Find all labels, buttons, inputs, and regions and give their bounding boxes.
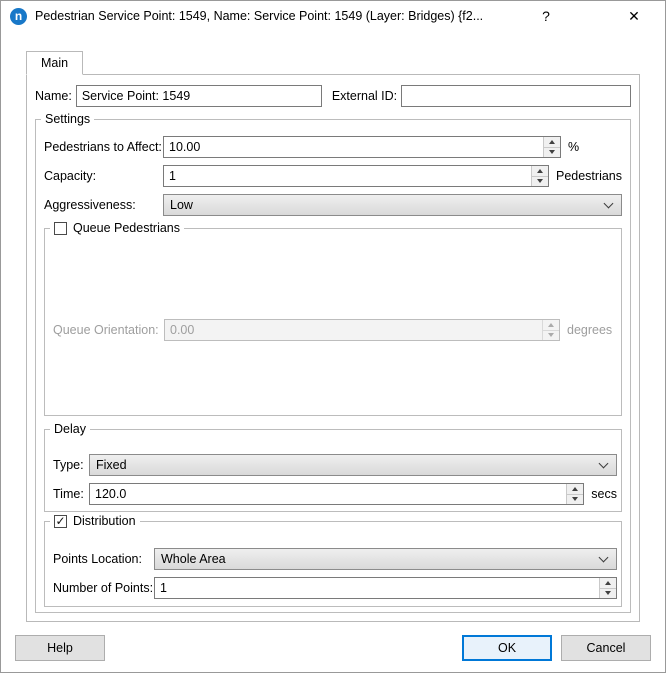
main-tab-page: Name: External ID: Settings Pedestrians … — [26, 74, 640, 622]
delay-type-row: Type: Fixed — [53, 454, 617, 476]
titlebar[interactable]: n Pedestrian Service Point: 1549, Name: … — [1, 1, 665, 31]
points-location-combobox[interactable]: Whole Area — [154, 548, 617, 570]
capacity-spinbox[interactable] — [163, 165, 549, 187]
arrow-down-icon — [537, 179, 543, 183]
arrow-up-icon — [572, 487, 578, 491]
pedestrians-suffix: Pedestrians — [556, 169, 622, 183]
settings-group-title: Settings — [41, 111, 94, 127]
queue-orientation-row: Queue Orientation: degrees — [53, 319, 617, 341]
aggressiveness-selected-value: Low — [170, 198, 605, 212]
dialog-button-row: Help OK Cancel — [15, 635, 651, 661]
arrow-down-icon — [549, 150, 555, 154]
secs-suffix: secs — [591, 487, 617, 501]
spin-up-button[interactable] — [544, 137, 560, 147]
percent-suffix: % — [568, 140, 579, 154]
delay-group: Delay Type: Fixed Time: — [44, 429, 622, 512]
queue-pedestrians-checkbox[interactable] — [54, 222, 67, 235]
spin-down-button[interactable] — [544, 147, 560, 158]
close-icon[interactable]: ✕ — [617, 1, 651, 31]
capacity-input[interactable] — [164, 166, 531, 186]
spin-buttons — [543, 137, 560, 157]
queue-pedestrians-group-title: Queue Pedestrians — [50, 220, 184, 236]
delay-time-label: Time: — [53, 487, 89, 501]
capacity-label: Capacity: — [44, 169, 163, 183]
capacity-row: Capacity: Pedestrians — [44, 165, 622, 187]
number-of-points-row: Number of Points: — [53, 577, 617, 599]
delay-type-combobox[interactable]: Fixed — [89, 454, 617, 476]
delay-title-text: Delay — [54, 421, 86, 437]
spin-buttons — [599, 578, 616, 598]
arrow-down-icon — [605, 591, 611, 595]
ok-button[interactable]: OK — [462, 635, 552, 661]
chevron-down-icon — [599, 459, 609, 469]
button-row-spacer — [114, 635, 453, 661]
help-button[interactable]: Help — [15, 635, 105, 661]
arrow-up-icon — [549, 140, 555, 144]
queue-orientation-input — [165, 320, 542, 340]
spin-up-button — [543, 320, 559, 330]
delay-group-title: Delay — [50, 421, 90, 437]
external-id-label: External ID: — [332, 89, 397, 103]
points-location-label: Points Location: — [53, 552, 154, 566]
spin-down-button[interactable] — [532, 176, 548, 187]
arrow-up-icon — [537, 169, 543, 173]
distribution-group-title: ✓ Distribution — [50, 513, 140, 529]
delay-time-row: Time: secs — [53, 483, 617, 505]
points-location-selected-value: Whole Area — [161, 552, 600, 566]
queue-pedestrians-group: Queue Pedestrians Queue Orientation: deg… — [44, 228, 622, 416]
pedestrians-to-affect-input[interactable] — [164, 137, 543, 157]
chevron-down-icon — [604, 199, 614, 209]
spin-up-button[interactable] — [567, 484, 583, 494]
settings-group: Settings Pedestrians to Affect: % Capaci… — [35, 119, 631, 613]
arrow-down-icon — [548, 333, 554, 337]
cancel-button[interactable]: Cancel — [561, 635, 651, 661]
arrow-down-icon — [572, 497, 578, 501]
number-of-points-label: Number of Points: — [53, 581, 154, 595]
arrow-up-icon — [605, 581, 611, 585]
spin-buttons — [531, 166, 548, 186]
delay-time-input[interactable] — [90, 484, 566, 504]
name-row: Name: External ID: — [35, 85, 631, 107]
aggressiveness-row: Aggressiveness: Low — [44, 194, 622, 216]
pedestrians-to-affect-spinbox[interactable] — [163, 136, 561, 158]
aggressiveness-label: Aggressiveness: — [44, 198, 163, 212]
delay-type-label: Type: — [53, 458, 89, 472]
spin-up-button[interactable] — [600, 578, 616, 588]
checkmark-icon: ✓ — [55, 515, 65, 527]
arrow-up-icon — [548, 323, 554, 327]
chevron-down-icon — [599, 553, 609, 563]
pedestrians-to-affect-row: Pedestrians to Affect: % — [44, 136, 622, 158]
window-title: Pedestrian Service Point: 1549, Name: Se… — [35, 9, 529, 23]
external-id-input[interactable] — [401, 85, 631, 107]
degrees-suffix: degrees — [567, 323, 612, 337]
distribution-label: Distribution — [73, 513, 136, 529]
settings-title-text: Settings — [45, 111, 90, 127]
spin-down-button[interactable] — [567, 494, 583, 505]
titlebar-help-button[interactable]: ? — [529, 1, 563, 31]
pedestrians-to-affect-label: Pedestrians to Affect: — [44, 140, 163, 154]
spin-buttons — [542, 320, 559, 340]
number-of-points-input[interactable] — [155, 578, 599, 598]
delay-time-spinbox[interactable] — [89, 483, 584, 505]
spin-up-button[interactable] — [532, 166, 548, 176]
spin-down-button[interactable] — [600, 588, 616, 599]
spin-down-button — [543, 330, 559, 341]
spin-buttons — [566, 484, 583, 504]
distribution-checkbox[interactable]: ✓ — [54, 515, 67, 528]
delay-type-selected-value: Fixed — [96, 458, 600, 472]
distribution-group: ✓ Distribution Points Location: Whole Ar… — [44, 521, 622, 607]
tab-bar: Main — [26, 51, 665, 75]
queue-orientation-label: Queue Orientation: — [53, 323, 164, 337]
points-location-row: Points Location: Whole Area — [53, 548, 617, 570]
dialog-window: n Pedestrian Service Point: 1549, Name: … — [0, 0, 666, 673]
queue-orientation-spinbox — [164, 319, 560, 341]
queue-pedestrians-label: Queue Pedestrians — [73, 220, 180, 236]
number-of-points-spinbox[interactable] — [154, 577, 617, 599]
aggressiveness-combobox[interactable]: Low — [163, 194, 622, 216]
app-icon: n — [10, 8, 27, 25]
name-label: Name: — [35, 89, 72, 103]
tab-main[interactable]: Main — [26, 51, 83, 75]
name-input[interactable] — [76, 85, 322, 107]
